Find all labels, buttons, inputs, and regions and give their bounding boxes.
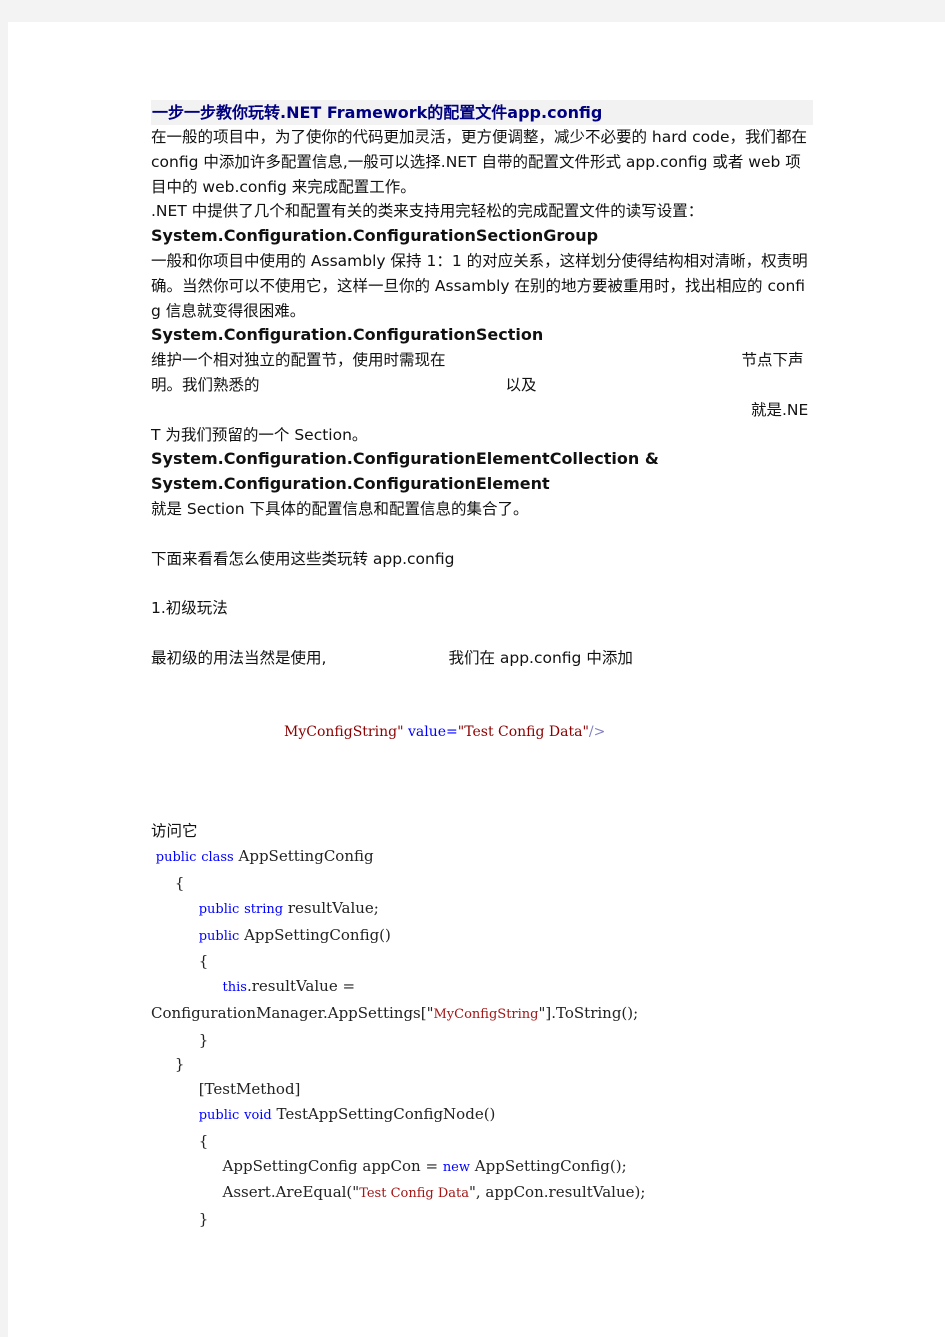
element-description: 就是 Section 下具体的配置信息和配置信息的集合了。 [151, 499, 529, 518]
code-text: } [174, 1055, 185, 1074]
code-line: AppSettingConfig appCon = new AppSetting… [151, 1154, 813, 1181]
code-text: { [198, 952, 209, 971]
code-text: } [198, 1210, 209, 1229]
code-text: Assert.AreEqual(" [222, 1183, 360, 1202]
xml-attr-name: value [407, 724, 447, 741]
keyword: string [244, 901, 284, 917]
keyword: void [244, 1108, 272, 1124]
code-line: { [151, 871, 813, 896]
code-line: public AppSettingConfig() [151, 923, 813, 950]
xml-snippet: MyConfigString" value="Test Config Data"… [151, 720, 813, 745]
code-text: AppSettingConfig(); [470, 1156, 627, 1175]
code-text: [TestMethod] [198, 1080, 301, 1099]
code-line: Assert.AreEqual("Test Config Data", appC… [151, 1180, 813, 1207]
string-literal: Test Config Data [359, 1186, 469, 1202]
code-line: { [151, 1129, 813, 1154]
xml-key-value: MyConfigString [284, 724, 398, 741]
code-block: public class AppSettingConfig { public s… [151, 844, 813, 1232]
code-line: } [151, 1207, 813, 1232]
code-line: public class AppSettingConfig [151, 844, 813, 871]
code-text: } [198, 1030, 209, 1049]
string-literal: MyConfigString [433, 1006, 539, 1022]
xml-attr-value: Test Config Data [464, 724, 583, 741]
code-text: "].ToString(); [538, 1003, 639, 1022]
element-collection-heading: System.Configuration.ConfigurationElemen… [151, 449, 659, 469]
code-text: ConfigurationManager.AppSettings[" [151, 1003, 434, 1022]
code-text: AppSettingConfig appCon = [222, 1156, 443, 1175]
code-line: [TestMethod] [151, 1077, 813, 1102]
code-text: resultValue; [287, 898, 379, 917]
how-to-use-paragraph: 下面来看看怎么使用这些类玩转 app.config [151, 549, 455, 568]
keyword: this [222, 980, 247, 996]
keyword: new [442, 1159, 471, 1175]
code-text: { [174, 873, 185, 892]
code-text: ", appCon.resultValue); [469, 1183, 646, 1202]
element-heading: System.Configuration.ConfigurationElemen… [151, 474, 550, 494]
keyword: class [201, 850, 234, 866]
section-desc-part3: 以及 [505, 375, 537, 394]
classes-intro-paragraph: .NET 中提供了几个和配置有关的类来支持用完轻松的完成配置文件的读写设置： [151, 202, 704, 221]
access-it-label: 访问它 [151, 822, 198, 841]
code-text: AppSettingConfig() [244, 925, 391, 944]
keyword: public [155, 850, 197, 866]
code-line: } [151, 1028, 813, 1053]
code-line: this.resultValue = [151, 974, 813, 1001]
code-line: { [151, 949, 813, 974]
level1-desc-part2: 我们在 app.config 中添加 [448, 648, 633, 667]
section-group-description: 一般和你项目中使用的 Assambly 保持 1：1 的对应关系，这样划分使得结… [151, 251, 808, 320]
level1-desc-part1: 最初级的用法当然是使用, [151, 648, 327, 667]
document-page: 一步一步教你玩转.NET Framework的配置文件app.config 在一… [8, 22, 945, 1337]
code-text: { [198, 1131, 209, 1150]
section-heading: System.Configuration.ConfigurationSectio… [151, 325, 544, 345]
section-desc-part4: 就是.NET 为我们预留的一个 Section。 [151, 400, 809, 444]
code-text: AppSettingConfig [238, 847, 374, 866]
intro-paragraph: 在一般的项目中，为了使你的代码更加灵活，更方便调整，减少不必要的 hard co… [151, 128, 807, 196]
keyword: public [198, 901, 240, 917]
level1-description: 最初级的用法当然是使用, 我们在 app.config 中添加 [151, 646, 813, 671]
xml-quote: " [397, 724, 404, 741]
keyword: public [198, 928, 240, 944]
section-desc-part1: 维护一个相对独立的配置节，使用时需现在 [151, 351, 446, 370]
keyword: public [198, 1108, 240, 1124]
code-line: public string resultValue; [151, 896, 813, 923]
article-title: 一步一步教你玩转.NET Framework的配置文件app.config [151, 100, 813, 125]
document-content: 一步一步教你玩转.NET Framework的配置文件app.config 在一… [151, 100, 813, 1232]
code-text: .resultValue = [246, 977, 356, 996]
xml-close-tag: /> [588, 724, 606, 741]
code-line: ConfigurationManager.AppSettings["MyConf… [151, 1001, 813, 1028]
section-group-heading: System.Configuration.ConfigurationSectio… [151, 226, 599, 246]
code-text: TestAppSettingConfigNode() [276, 1105, 496, 1124]
code-line: public void TestAppSettingConfigNode() [151, 1102, 813, 1129]
section-description: 维护一个相对独立的配置节，使用时需现在 节点下声明。我们熟悉的 以及就是.NET 为… [151, 348, 813, 447]
xml-equals: = [446, 724, 458, 741]
level1-heading: 1.初级玩法 [151, 599, 228, 618]
code-line: } [151, 1052, 813, 1077]
